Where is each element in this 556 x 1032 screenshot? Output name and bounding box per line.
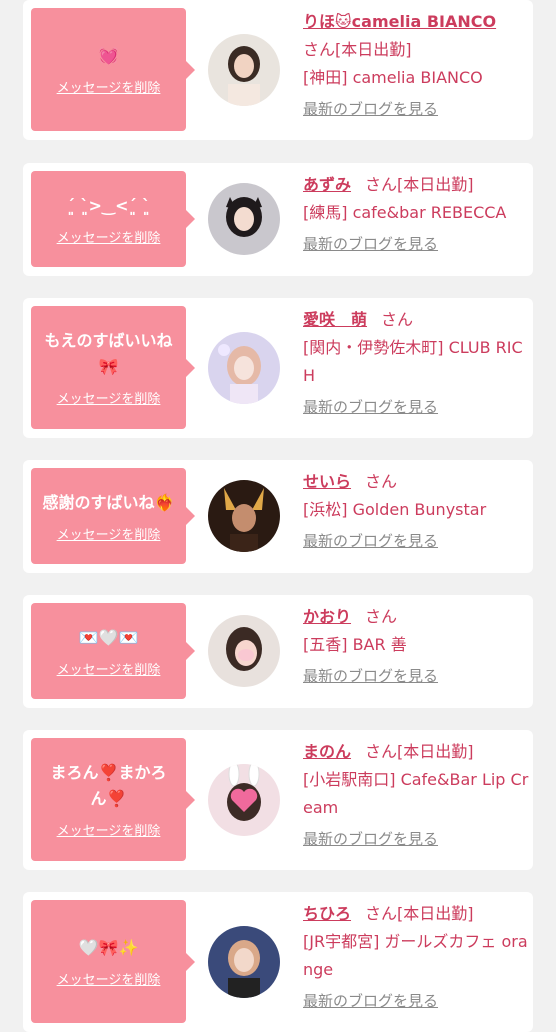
san-suffix: さん bbox=[365, 742, 398, 761]
shop-name: [神田] camelia BIANCO bbox=[303, 68, 483, 87]
avatar[interactable] bbox=[208, 764, 280, 836]
avatar[interactable] bbox=[208, 183, 280, 255]
message-text: もえのすばいいね🎀 bbox=[44, 331, 173, 376]
avatar[interactable] bbox=[208, 480, 280, 552]
list-item: 💌🤍💌 メッセージを削除 かおり さん [五香] BAR 善 最新のブログを見る bbox=[23, 595, 533, 708]
cast-name-link[interactable]: ちひろ bbox=[303, 904, 351, 923]
message-text: 🤍🎀✨ bbox=[78, 938, 139, 957]
delete-message-link[interactable]: メッセージを削除 bbox=[57, 524, 161, 543]
status-badge: [本日出勤] bbox=[397, 742, 474, 761]
delete-message-link[interactable]: メッセージを削除 bbox=[57, 388, 161, 407]
delete-message-link[interactable]: メッセージを削除 bbox=[57, 659, 161, 678]
avatar[interactable] bbox=[208, 34, 280, 106]
latest-blog-link[interactable]: 最新のブログを見る bbox=[303, 665, 438, 686]
message-bubble: 🤍🎀✨ メッセージを削除 bbox=[31, 900, 195, 1023]
message-bubble: まろん❣️まかろん❣️ メッセージを削除 bbox=[31, 738, 195, 861]
latest-blog-link[interactable]: 最新のブログを見る bbox=[303, 530, 438, 551]
delete-message-link[interactable]: メッセージを削除 bbox=[57, 227, 161, 246]
list-item: もえのすばいいね🎀 メッセージを削除 愛咲 萌さん [関内・伊勢佐木町] CLU… bbox=[23, 298, 533, 438]
delete-message-link[interactable]: メッセージを削除 bbox=[57, 820, 161, 839]
list-item: ˊ͈ ˋ͈>‿<ˊ͈ ˋ͈ メッセージを削除 あずみ さん[本日出勤] [練馬] … bbox=[23, 163, 533, 276]
san-suffix: さん bbox=[365, 175, 398, 194]
san-suffix: さん bbox=[365, 472, 398, 491]
list-item: 💓 メッセージを削除 りほ🐱camelia BIANCO さん[本日出勤] [神… bbox=[23, 0, 533, 140]
avatar[interactable] bbox=[208, 926, 280, 998]
message-text: 💌🤍💌 bbox=[78, 627, 139, 647]
latest-blog-link[interactable]: 最新のブログを見る bbox=[303, 828, 438, 849]
cast-name-link[interactable]: せいら bbox=[303, 472, 351, 491]
shop-name: [JR宇都宮] ガールズカフェ orange bbox=[303, 932, 528, 979]
shop-name: [小岩駅南口] Cafe&Bar Lip Cream bbox=[303, 770, 529, 817]
message-bubble: もえのすばいいね🎀 メッセージを削除 bbox=[31, 306, 195, 429]
status-badge: [本日出勤] bbox=[397, 175, 474, 194]
shop-name: [練馬] cafe&bar REBECCA bbox=[303, 203, 507, 222]
delete-message-link[interactable]: メッセージを削除 bbox=[57, 969, 161, 988]
status-badge: [本日出勤] bbox=[397, 904, 474, 923]
latest-blog-link[interactable]: 最新のブログを見る bbox=[303, 233, 438, 254]
status-badge: [本日出勤] bbox=[335, 40, 412, 59]
latest-blog-link[interactable]: 最新のブログを見る bbox=[303, 98, 438, 119]
cast-name-link[interactable]: まのん bbox=[303, 742, 351, 761]
shop-name: [関内・伊勢佐木町] CLUB RICH bbox=[303, 338, 523, 385]
message-bubble: 💓 メッセージを削除 bbox=[31, 8, 195, 131]
list-item: まろん❣️まかろん❣️ メッセージを削除 まのん さん[本日出勤] [小岩駅南口]… bbox=[23, 730, 533, 870]
message-text: 💓 bbox=[98, 46, 119, 65]
cast-name-link[interactable]: あずみ bbox=[303, 175, 351, 194]
delete-message-link[interactable]: メッセージを削除 bbox=[57, 77, 161, 96]
message-list: 💓 メッセージを削除 りほ🐱camelia BIANCO さん[本日出勤] [神… bbox=[0, 0, 556, 1032]
message-text: まろん❣️まかろん❣️ bbox=[50, 763, 167, 808]
latest-blog-link[interactable]: 最新のブログを見る bbox=[303, 396, 438, 417]
shop-name: [浜松] Golden Bunystar bbox=[303, 500, 487, 519]
san-suffix: さん bbox=[303, 40, 336, 59]
message-text: ˊ͈ ˋ͈>‿<ˊ͈ ˋ͈ bbox=[66, 195, 151, 215]
shop-name: [五香] BAR 善 bbox=[303, 635, 407, 654]
list-item: 感謝のすばいね❤️‍🔥 メッセージを削除 せいら さん [浜松] Golden B… bbox=[23, 460, 533, 573]
san-suffix: さん bbox=[365, 607, 398, 626]
avatar[interactable] bbox=[208, 332, 280, 404]
san-suffix: さん bbox=[365, 904, 398, 923]
san-suffix: さん bbox=[381, 310, 414, 329]
avatar[interactable] bbox=[208, 615, 280, 687]
latest-blog-link[interactable]: 最新のブログを見る bbox=[303, 990, 438, 1011]
cast-name-link[interactable]: かおり bbox=[303, 607, 351, 626]
cast-name-link[interactable]: りほ🐱camelia BIANCO bbox=[303, 12, 496, 31]
list-item: 🤍🎀✨ メッセージを削除 ちひろ さん[本日出勤] [JR宇都宮] ガールズカフェ… bbox=[23, 892, 533, 1032]
message-bubble: 感謝のすばいね❤️‍🔥 メッセージを削除 bbox=[31, 468, 195, 564]
message-bubble: ˊ͈ ˋ͈>‿<ˊ͈ ˋ͈ メッセージを削除 bbox=[31, 171, 195, 267]
message-text: 感謝のすばいね❤️‍🔥 bbox=[42, 492, 175, 512]
message-bubble: 💌🤍💌 メッセージを削除 bbox=[31, 603, 195, 699]
cast-name-link[interactable]: 愛咲 萌 bbox=[303, 310, 367, 329]
